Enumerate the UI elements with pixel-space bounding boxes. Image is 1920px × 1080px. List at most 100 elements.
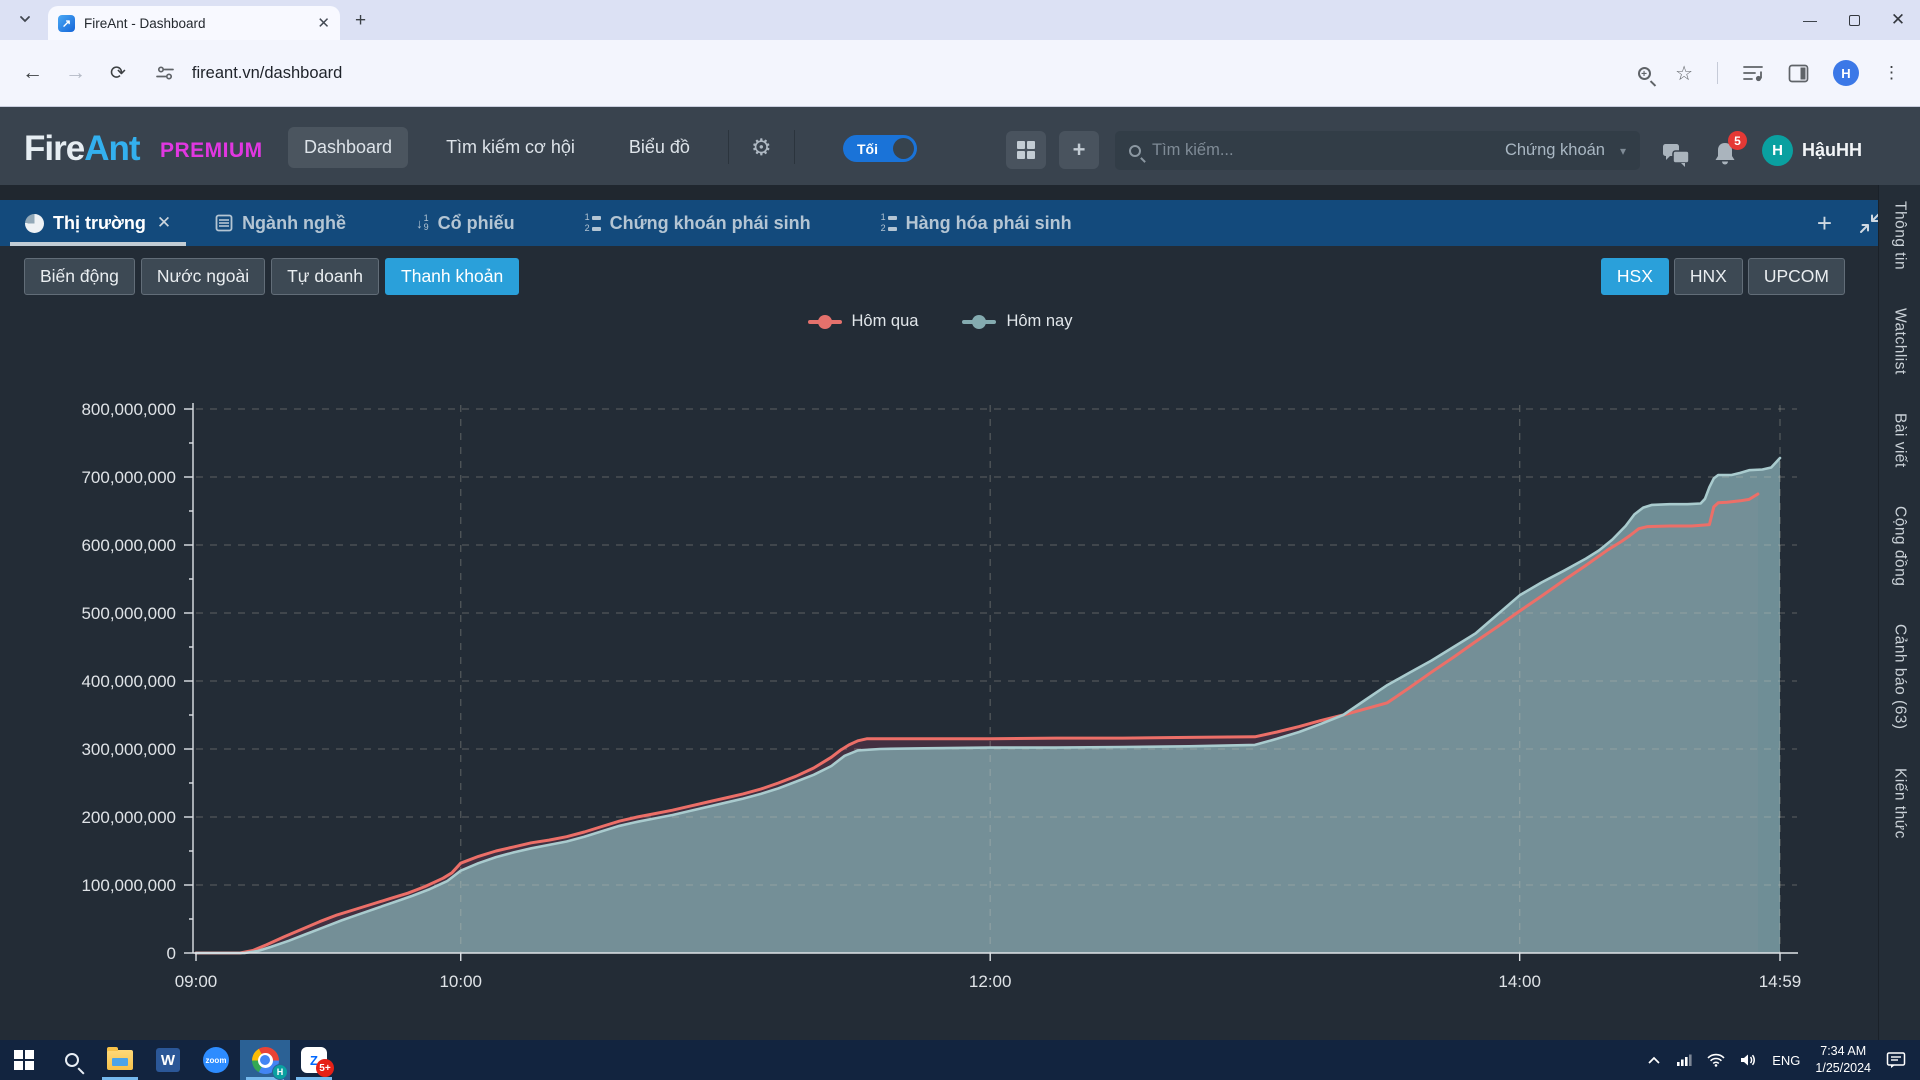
language-indicator[interactable]: ENG [1772, 1053, 1800, 1068]
wifi-icon[interactable] [1707, 1053, 1725, 1067]
notification-badge: 5 [1728, 131, 1747, 150]
header-gap [0, 185, 1878, 200]
taskbar-word[interactable]: W [144, 1040, 192, 1080]
fireant-logo[interactable]: FireAnt [24, 129, 141, 169]
gear-icon[interactable]: ⚙ [751, 134, 772, 161]
sidebar-item-canh-bao[interactable]: Cảnh báo (63) [1891, 624, 1909, 730]
svg-text:0: 0 [167, 944, 176, 963]
word-icon: W [156, 1048, 180, 1072]
market-liquidity-panel: Biến động Nước ngoài Tự doanh Thanh khoả… [0, 246, 1878, 1040]
sidebar-item-watchlist[interactable]: Watchlist [1891, 308, 1909, 375]
media-controls-icon[interactable] [1742, 63, 1764, 83]
header-search-box[interactable]: Tìm kiếm... Chứng khoán ▾ [1115, 131, 1640, 170]
view-thanh-khoan[interactable]: Thanh khoản [385, 258, 520, 295]
address-bar[interactable]: fireant.vn/dashboard [192, 64, 1638, 83]
taskbar-chrome[interactable]: H [240, 1040, 290, 1080]
svg-text:800,000,000: 800,000,000 [81, 400, 176, 419]
user-name[interactable]: HậuHH [1802, 140, 1862, 161]
window-restore-button[interactable] [1832, 0, 1876, 40]
layout-grid-button[interactable] [1006, 131, 1046, 169]
exchange-upcom[interactable]: UPCOM [1747, 258, 1845, 295]
exchange-hsx[interactable]: HSX [1600, 258, 1669, 295]
back-icon[interactable]: ← [22, 61, 43, 85]
browser-tab[interactable]: ↗ FireAnt - Dashboard ✕ [48, 6, 340, 40]
svg-text:400,000,000: 400,000,000 [81, 672, 176, 691]
taskbar-zalo[interactable]: Z 5+ [290, 1040, 338, 1080]
sidebar-item-bai-viet[interactable]: Bài viết [1891, 413, 1909, 468]
tab-label: Chứng khoán phái sinh [609, 212, 811, 233]
liquidity-area-chart[interactable]: 0 100,000,000 200,000,000 300,000,000 400,00… [0, 330, 1878, 1030]
tab-thi-truong[interactable]: Thị trường ✕ [10, 200, 186, 246]
view-nuoc-ngoai[interactable]: Nước ngoài [140, 258, 266, 295]
exchange-hnx[interactable]: HNX [1673, 258, 1743, 295]
forward-icon[interactable]: → [65, 61, 86, 85]
taskbar-zoom[interactable]: zoom [192, 1040, 240, 1080]
view-tu-doanh[interactable]: Tự doanh [271, 258, 380, 295]
svg-text:09:00: 09:00 [175, 972, 218, 991]
search-input[interactable]: Tìm kiếm... [1152, 141, 1494, 160]
sidebar-item-kien-thuc[interactable]: Kiến thức [1891, 768, 1909, 839]
grid-icon [1017, 141, 1035, 159]
legend-label: Hôm qua [851, 312, 919, 330]
tab-co-phieu[interactable]: ↓ 1 9 Cổ phiếu [401, 200, 530, 246]
add-widget-button[interactable]: + [1059, 131, 1099, 169]
zoom-page-icon[interactable]: + [1638, 66, 1652, 80]
taskbar-search-button[interactable] [48, 1040, 96, 1080]
window-close-button[interactable]: ✕ [1876, 0, 1920, 40]
tab-close-icon[interactable]: ✕ [157, 213, 171, 233]
window-minimize-button[interactable]: — [1788, 0, 1832, 40]
toolbar-divider [1717, 62, 1718, 84]
side-panel-icon[interactable] [1788, 64, 1809, 83]
tab-nganh-nghe[interactable]: Ngành nghề [200, 200, 361, 246]
tab-hang-hoa-phai-sinh[interactable]: 12 Hàng hóa phái sinh [866, 200, 1087, 246]
sidebar-item-thong-tin[interactable]: Thông tin [1891, 201, 1909, 270]
tray-chevron-icon[interactable] [1647, 1055, 1661, 1065]
tab-close-icon[interactable]: ✕ [317, 16, 330, 31]
nav-dashboard[interactable]: Dashboard [288, 126, 409, 168]
reload-icon[interactable]: ⟳ [110, 62, 126, 85]
chart-legend: Hôm qua Hôm nay [60, 312, 1820, 331]
start-button[interactable] [0, 1040, 48, 1080]
svg-text:100,000,000: 100,000,000 [81, 876, 176, 895]
windows-taskbar: W zoom H Z 5+ ENG 7:34 AM 1/25/2024 [0, 1040, 1920, 1080]
tab-label: Cổ phiếu [437, 212, 515, 233]
window-controls: — ✕ [1788, 0, 1920, 40]
theme-toggle[interactable]: Tối [843, 135, 917, 162]
numbered-list-icon: 12 [881, 213, 897, 233]
header-divider [727, 130, 729, 164]
taskbar-file-explorer[interactable] [96, 1040, 144, 1080]
legend-marker [807, 314, 842, 329]
speaker-icon[interactable] [1740, 1053, 1757, 1067]
nav-tim-kiem-co-hoi[interactable]: Tìm kiếm cơ hội [430, 127, 591, 168]
main-nav: Dashboard Tìm kiếm cơ hội Biểu đồ ⚙ [288, 125, 795, 169]
app-header: FireAnt PREMIUM Dashboard Tìm kiếm cơ hộ… [0, 107, 1920, 185]
taskbar-clock[interactable]: 7:34 AM 1/25/2024 [1815, 1043, 1871, 1077]
browser-menu-icon[interactable]: ⋮ [1883, 63, 1900, 83]
zalo-icon: Z 5+ [301, 1047, 334, 1077]
legend-hom-qua[interactable]: Hôm qua [807, 312, 919, 331]
view-bien-dong[interactable]: Biến động [24, 258, 135, 295]
network-icon[interactable] [1676, 1053, 1692, 1067]
site-info-icon[interactable] [154, 62, 176, 84]
chat-icon[interactable] [1662, 143, 1690, 169]
svg-text:10:00: 10:00 [439, 972, 482, 991]
tab-search-chevron-icon[interactable] [18, 12, 32, 26]
search-scope-select[interactable]: Chứng khoán [1505, 141, 1605, 160]
sidebar-item-cong-dong[interactable]: Cộng đồng [1891, 506, 1909, 586]
system-tray: ENG 7:34 AM 1/25/2024 [1647, 1043, 1920, 1077]
bookmark-star-icon[interactable]: ☆ [1675, 61, 1693, 86]
right-sidebar: Thông tin Watchlist Bài viết Cộng đồng C… [1878, 185, 1920, 1040]
action-center-icon[interactable] [1886, 1051, 1906, 1069]
tab-bar-tools: + [1817, 200, 1882, 246]
browser-profile-avatar[interactable]: H [1833, 60, 1859, 86]
chrome-profile-badge: H [272, 1064, 288, 1080]
theme-toggle-label: Tối [857, 140, 878, 157]
legend-hom-nay[interactable]: Hôm nay [962, 312, 1072, 331]
tab-chung-khoan-phai-sinh[interactable]: 12 Chứng khoán phái sinh [570, 200, 826, 246]
user-avatar[interactable]: H [1762, 135, 1793, 166]
new-tab-button[interactable]: + [355, 11, 366, 30]
nav-bieu-do[interactable]: Biểu đồ [613, 127, 706, 168]
notifications[interactable]: 5 [1712, 131, 1747, 173]
add-tab-icon[interactable]: + [1817, 210, 1832, 236]
exchange-buttons: HSX HNX UPCOM [1600, 258, 1845, 295]
